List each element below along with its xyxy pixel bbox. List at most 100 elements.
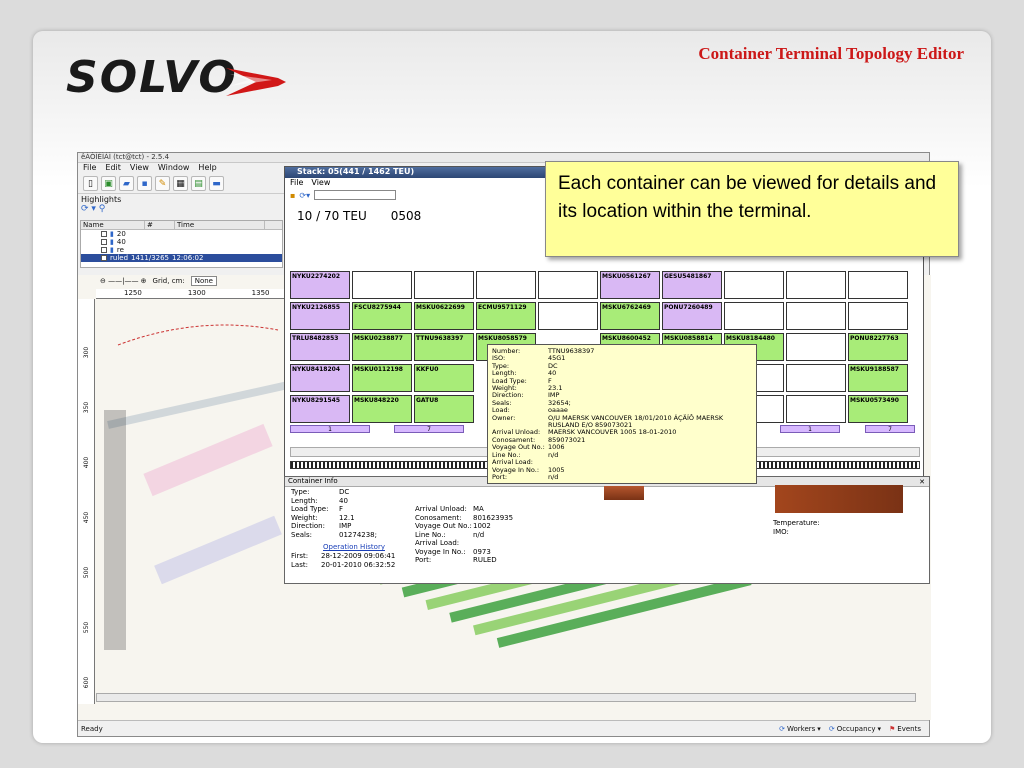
open-icon[interactable]: ▣: [101, 176, 116, 191]
stack-menu-file[interactable]: File: [290, 178, 303, 188]
stack-cell[interactable]: TRLU8482853: [290, 333, 350, 361]
cell-container-id: GATU8: [416, 397, 439, 404]
cell-container-id: MSKU0238877: [354, 335, 403, 342]
stack-cell[interactable]: MSKU0573490: [848, 395, 908, 423]
tooltip-value: 1006: [548, 443, 565, 452]
cell-container-id: GESU5481867: [664, 273, 712, 280]
cell-container-id: MSKU0622699: [416, 304, 465, 311]
edit-icon[interactable]: ✎: [155, 176, 170, 191]
events-button[interactable]: ⚑ Events: [889, 725, 921, 733]
workers-button[interactable]: ⟳ Workers ▾: [779, 725, 821, 733]
stack-cell[interactable]: MSKU6762469: [600, 302, 660, 330]
checkbox[interactable]: [101, 231, 107, 237]
empty-stack-cell[interactable]: [786, 302, 846, 330]
col-time: Time: [175, 221, 265, 229]
occupancy-icon: ⟳: [828, 724, 835, 733]
stack-tool-icon[interactable]: ▪: [290, 191, 295, 200]
save-icon[interactable]: ▪: [137, 176, 152, 191]
occupancy-button[interactable]: ⟳ Occupancy ▾: [829, 725, 881, 733]
stack-cell[interactable]: MSKU0238877: [352, 333, 412, 361]
refresh-icon[interactable]: ⟳ ▾ ⚲: [78, 204, 283, 214]
tooltip-value: 23.1: [548, 384, 563, 393]
stack-cell[interactable]: PONU7260489: [662, 302, 722, 330]
menu-window[interactable]: Window: [158, 163, 190, 174]
stack-cell[interactable]: PONU8227763: [848, 333, 908, 361]
stack-cell[interactable]: NYKU8291545: [290, 395, 350, 423]
folder-icon[interactable]: ▰: [119, 176, 134, 191]
stack-cell[interactable]: MSKU0622699: [414, 302, 474, 330]
empty-stack-cell[interactable]: [786, 333, 846, 361]
tooltip-value: 1005: [548, 465, 565, 474]
cell-container-id: PONU8227763: [850, 335, 899, 342]
bay-number: 0508: [390, 209, 422, 223]
status-bar: Ready ⟳ Workers ▾ ⟳ Occupancy ▾ ⚑ Events: [78, 720, 929, 736]
menu-edit[interactable]: Edit: [105, 163, 121, 174]
view-icon[interactable]: ▬: [209, 176, 224, 191]
cell-container-id: NYKU2126855: [292, 304, 341, 311]
empty-stack-cell[interactable]: [786, 271, 846, 299]
nav-bar[interactable]: 1: [780, 425, 840, 433]
cell-container-id: NYKU2274202: [292, 273, 341, 280]
empty-stack-cell[interactable]: [724, 271, 784, 299]
empty-stack-cell[interactable]: [476, 271, 536, 299]
empty-stack-cell[interactable]: [848, 271, 908, 299]
grid-icon[interactable]: ▤: [191, 176, 206, 191]
stack-cell[interactable]: MSKU0112198: [352, 364, 412, 392]
nav-bar[interactable]: 1: [290, 425, 370, 433]
highlights-panel: Highlights ⟳ ▾ ⚲ Name # Time ▮ 20 ▮ 40 ▮ re…: [78, 195, 283, 269]
checkbox[interactable]: [101, 255, 107, 261]
stack-cell[interactable]: GESU5481867: [662, 271, 722, 299]
stack-cell[interactable]: NYKU8418204: [290, 364, 350, 392]
close-icon[interactable]: ✕: [919, 478, 925, 486]
operation-history-link[interactable]: Operation History: [323, 543, 385, 551]
tooltip-value: 45G1: [548, 354, 566, 363]
menu-file[interactable]: File: [83, 163, 96, 174]
nav-bar[interactable]: 7: [394, 425, 464, 433]
stack-menu-view[interactable]: View: [311, 178, 330, 188]
highlight-row[interactable]: ruled 1411/3265 12:06:02: [81, 254, 282, 262]
stack-search-input[interactable]: [314, 190, 397, 200]
stack-cell[interactable]: NYKU2126855: [290, 302, 350, 330]
cell-container-id: KKFU0: [416, 366, 439, 373]
stack-cell[interactable]: MSKU9188587: [848, 364, 908, 392]
cell-container-id: TRLU8482853: [292, 335, 339, 342]
map-horizontal-scrollbar[interactable]: [96, 693, 916, 702]
empty-stack-cell[interactable]: [538, 271, 598, 299]
highlight-row[interactable]: ▮ 40: [81, 238, 282, 246]
stack-cell[interactable]: GATU8: [414, 395, 474, 423]
highlight-row[interactable]: ▮ 20: [81, 230, 282, 238]
stack-cell[interactable]: MSKU848220: [352, 395, 412, 423]
workers-icon: ⟳: [779, 724, 785, 733]
empty-stack-cell[interactable]: [724, 302, 784, 330]
container-3d-image: [775, 485, 903, 513]
cell-container-id: MSKU8058579: [478, 335, 527, 342]
logo-wing-icon: [226, 68, 286, 96]
teu-count: 10 / 70 TEU: [297, 209, 367, 223]
stack-cell[interactable]: FSCU8275944: [352, 302, 412, 330]
nav-bar[interactable]: 7: [865, 425, 915, 433]
empty-stack-cell[interactable]: [848, 302, 908, 330]
empty-stack-cell[interactable]: [538, 302, 598, 330]
menu-view[interactable]: View: [130, 163, 149, 174]
empty-stack-cell[interactable]: [786, 395, 846, 423]
cell-container-id: NYKU8291545: [292, 397, 341, 404]
stack-cell[interactable]: KKFU0: [414, 364, 474, 392]
cell-container-id: MSKU0112198: [354, 366, 403, 373]
stack-cell[interactable]: ECMU9571129: [476, 302, 536, 330]
empty-stack-cell[interactable]: [786, 364, 846, 392]
pattern-icon[interactable]: ▦: [173, 176, 188, 191]
stack-teu-info: 10 / 70 TEU 0508: [297, 209, 421, 223]
tooltip-value: IMP: [548, 391, 560, 400]
checkbox[interactable]: [101, 239, 107, 245]
stack-cell[interactable]: NYKU2274202: [290, 271, 350, 299]
menu-help[interactable]: Help: [198, 163, 216, 174]
cell-container-id: MSKU848220: [354, 397, 399, 404]
stack-cell[interactable]: MSKU0561267: [600, 271, 660, 299]
checkbox[interactable]: [101, 247, 107, 253]
empty-stack-cell[interactable]: [414, 271, 474, 299]
empty-stack-cell[interactable]: [352, 271, 412, 299]
stack-cell[interactable]: TTNU9638397: [414, 333, 474, 361]
stack-refresh-icon[interactable]: ⟳▾: [299, 191, 310, 200]
new-icon[interactable]: ▯: [83, 176, 98, 191]
highlight-row[interactable]: ▮ re: [81, 246, 282, 254]
